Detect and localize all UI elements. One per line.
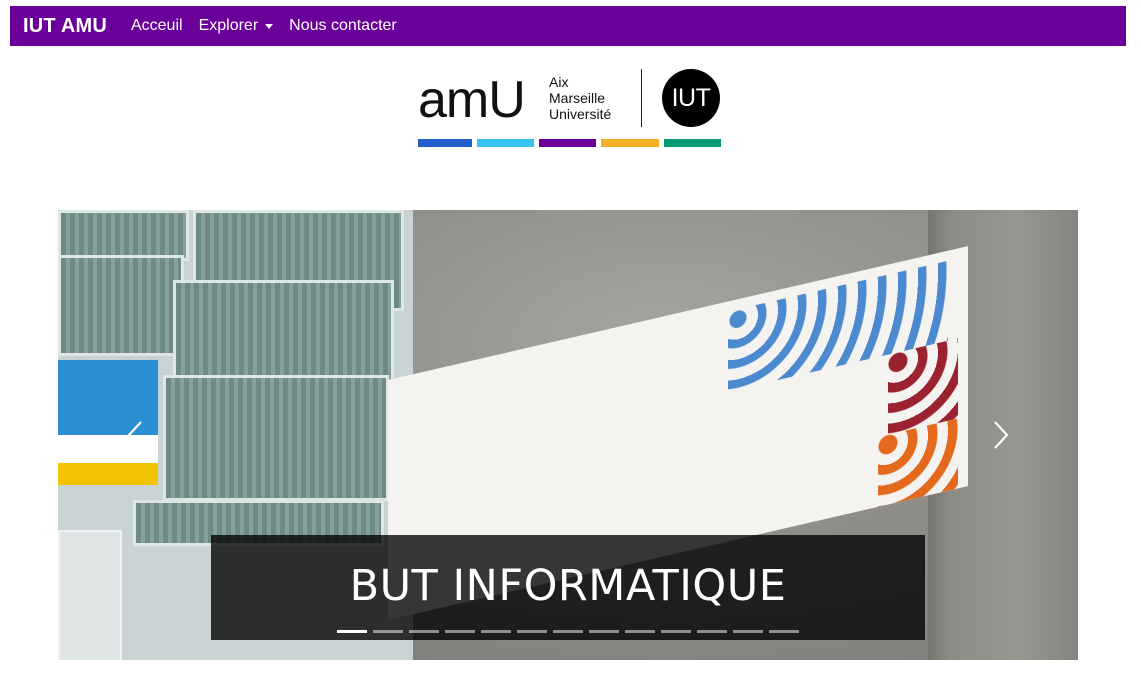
iut-badge: IUT xyxy=(662,69,720,127)
nav-dropdown-explorer[interactable]: Explorer xyxy=(199,17,274,35)
amu-university-name: Aix Marseille Université xyxy=(549,74,611,122)
carousel-indicators xyxy=(337,630,799,634)
carousel-indicator[interactable] xyxy=(769,630,799,633)
carousel-indicator[interactable] xyxy=(517,630,547,633)
carousel-caption: BUT INFORMATIQUE xyxy=(211,535,925,640)
amu-wordmark: amU xyxy=(418,71,526,129)
caret-down-icon xyxy=(265,23,274,29)
logo-color-bar-purple xyxy=(539,139,596,147)
nav-link-acceuil[interactable]: Acceuil xyxy=(131,17,183,35)
amu-line-universite: Université xyxy=(549,106,612,122)
carousel-indicator[interactable] xyxy=(409,630,439,633)
amu-line-marseille: Marseille xyxy=(549,90,606,106)
carousel-indicator[interactable] xyxy=(553,630,583,633)
carousel-indicator[interactable] xyxy=(373,630,403,633)
carousel-indicator[interactable] xyxy=(661,630,691,633)
carousel-indicator[interactable] xyxy=(445,630,475,633)
amu-iut-logo: amU Aix Marseille Université IUT xyxy=(418,66,722,150)
carousel-indicator[interactable] xyxy=(337,630,367,633)
chevron-right-icon xyxy=(994,421,1009,449)
carousel-indicator[interactable] xyxy=(697,630,727,633)
logo-color-bar-blue xyxy=(418,139,472,147)
carousel-prev-button[interactable] xyxy=(120,420,150,450)
logo-divider xyxy=(641,69,642,127)
carousel-indicator[interactable] xyxy=(481,630,511,633)
navbar: IUT AMU Acceuil Explorer Nous contacter xyxy=(10,6,1126,46)
carousel-next-button[interactable] xyxy=(986,420,1016,450)
carousel-indicator[interactable] xyxy=(625,630,655,633)
navbar-brand[interactable]: IUT AMU xyxy=(23,15,107,38)
carousel-indicator[interactable] xyxy=(733,630,763,633)
iut-badge-label: IUT xyxy=(671,83,711,112)
nav-dropdown-explorer-label: Explorer xyxy=(198,17,259,34)
carousel-caption-title: BUT INFORMATIQUE xyxy=(349,561,787,611)
logo-color-bar-yellow xyxy=(601,139,659,147)
logo-color-bar-green xyxy=(664,139,721,147)
nav-link-contact[interactable]: Nous contacter xyxy=(289,17,397,35)
logo-color-bar-cyan xyxy=(477,139,534,147)
hero-carousel: BUT INFORMATIQUE xyxy=(58,210,1078,660)
amu-line-aix: Aix xyxy=(549,74,569,90)
chevron-left-icon xyxy=(127,421,142,449)
carousel-indicator[interactable] xyxy=(589,630,619,633)
